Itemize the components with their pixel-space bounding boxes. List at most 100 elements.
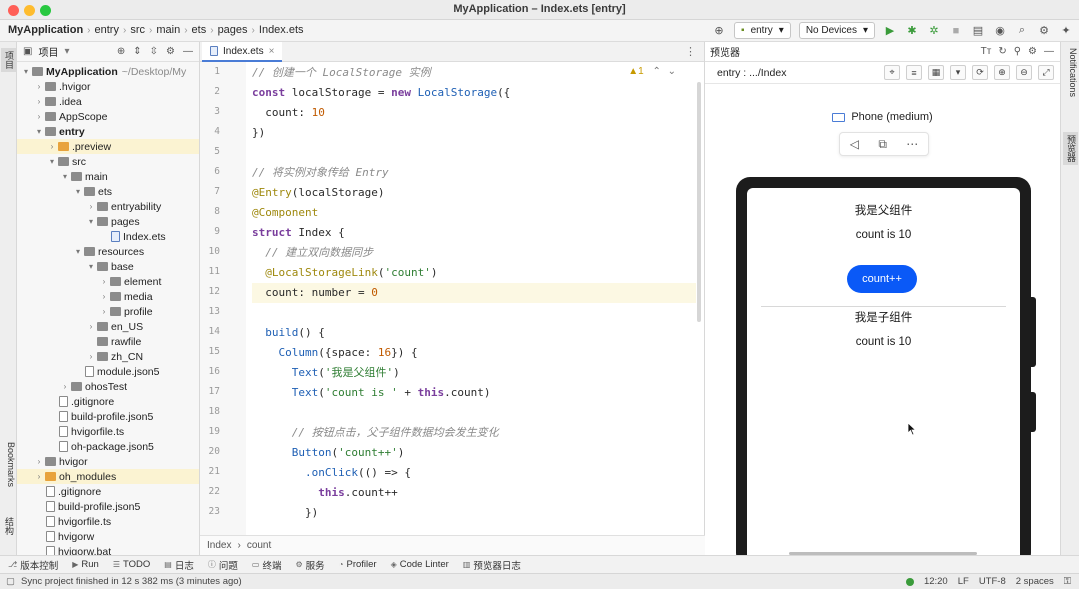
project-tool-tab[interactable]: 项目 (1, 48, 16, 72)
chevron-right-icon[interactable]: › (86, 202, 96, 211)
warning-indicator[interactable]: ▲1 ⌃ ⌄ (628, 66, 676, 77)
layers-icon[interactable]: ≡ (906, 65, 922, 80)
overview-icon[interactable]: ⧉ (878, 137, 887, 152)
tree-item[interactable]: › element (17, 274, 199, 289)
chevron-down-icon[interactable]: ▾ (60, 172, 70, 181)
bookmarks-tool-tab[interactable]: Bookmarks (1, 442, 16, 487)
file-encoding[interactable]: UTF-8 (979, 576, 1006, 587)
tree-item[interactable]: ▾ MyApplication ~/Desktop/My (17, 64, 199, 79)
chevron-down-icon[interactable]: ▾ (73, 247, 83, 256)
expand-all-icon[interactable]: ⇕ (133, 46, 141, 57)
breadcrumb-item[interactable]: src (130, 24, 145, 36)
fit-icon[interactable]: ⤢ (1038, 65, 1054, 80)
tree-item[interactable]: › media (17, 289, 199, 304)
chevron-right-icon[interactable]: › (34, 97, 44, 106)
run-icon[interactable]: ▶ (883, 24, 897, 38)
tree-item[interactable]: hvigorfile.ts (17, 424, 199, 439)
tree-item[interactable]: rawfile (17, 334, 199, 349)
chevron-right-icon[interactable]: › (99, 307, 109, 316)
tree-item[interactable]: › .idea (17, 94, 199, 109)
editor-breadcrumb-item[interactable]: count (247, 540, 271, 551)
chevron-down-icon[interactable]: ▾ (34, 127, 44, 136)
tree-item[interactable]: Index.ets (17, 229, 199, 244)
zoom-out-icon[interactable]: ⊖ (1016, 65, 1032, 80)
chevron-down-icon[interactable]: ▾ (86, 217, 96, 226)
tool-window-services[interactable]: ⚙ 服务 (295, 558, 324, 572)
options-gear-icon[interactable]: ⚙ (1028, 46, 1037, 57)
breadcrumb-item[interactable]: Index.ets (259, 24, 304, 36)
breadcrumb-item[interactable]: ets (192, 24, 207, 36)
structure-tool-tab[interactable]: 结构 (1, 517, 16, 535)
refresh-icon[interactable]: ↻ (998, 46, 1006, 57)
tree-item[interactable]: ▾ ets (17, 184, 199, 199)
chevron-right-icon[interactable]: › (47, 142, 57, 151)
next-highlight-icon[interactable]: ⌄ (668, 66, 676, 77)
stop-icon[interactable]: ■ (949, 24, 963, 38)
tool-window-todo[interactable]: ☰ TODO (113, 559, 150, 570)
chevron-down-icon[interactable]: ▾ (64, 46, 69, 57)
tree-item[interactable]: › profile (17, 304, 199, 319)
chevron-right-icon[interactable]: › (34, 82, 44, 91)
tab-index-ets[interactable]: Index.ets × (202, 42, 283, 62)
chevron-down-icon[interactable]: ▾ (950, 65, 966, 80)
close-tab-icon[interactable]: × (269, 46, 275, 57)
hide-panel-icon[interactable]: — (183, 46, 193, 57)
inspector-icon[interactable]: ⌖ (884, 65, 900, 80)
editor-breadcrumb-item[interactable]: Index (207, 540, 231, 551)
tree-item[interactable]: › ohosTest (17, 379, 199, 394)
module-select[interactable]: ▪ entry ▾ (734, 22, 791, 39)
chevron-right-icon[interactable]: › (99, 277, 109, 286)
tree-item[interactable]: ▾ resources (17, 244, 199, 259)
profile-icon[interactable]: ◉ (993, 24, 1007, 38)
chevron-down-icon[interactable]: ▾ (47, 157, 57, 166)
chevron-right-icon[interactable]: › (60, 382, 70, 391)
zoom-in-icon[interactable]: ⊕ (994, 65, 1010, 80)
tool-window-problems[interactable]: ⓘ 问题 (208, 558, 238, 572)
tool-window-run[interactable]: ▶ Run (72, 559, 99, 570)
settings-gear-icon[interactable]: ⚙ (1037, 24, 1051, 38)
tool-window-preview-log[interactable]: ▥ 预览器日志 (463, 558, 521, 572)
tool-window-profiler[interactable]: ◔ Profiler (339, 559, 377, 570)
multi-device-icon[interactable]: ▦ (928, 65, 944, 80)
chevron-right-icon[interactable]: › (86, 352, 96, 361)
tool-window-version-control[interactable]: ⎇ 版本控制 (8, 558, 58, 572)
breadcrumb-item[interactable]: main (156, 24, 180, 36)
indent-setting[interactable]: 2 spaces (1016, 576, 1054, 587)
tree-item[interactable]: › .hvigor (17, 79, 199, 94)
line-separator[interactable]: LF (958, 576, 969, 587)
chevron-right-icon[interactable]: › (34, 457, 44, 466)
options-gear-icon[interactable]: ⚙ (166, 46, 175, 57)
tree-item[interactable]: ▾ main (17, 169, 199, 184)
tree-item[interactable]: .gitignore (17, 484, 199, 499)
previewer-tool-tab[interactable]: 预览器 (1063, 132, 1078, 165)
tree-item[interactable]: hvigorw.bat (17, 544, 199, 555)
tree-item[interactable]: hvigorfile.ts (17, 514, 199, 529)
tree-item[interactable]: build-profile.json5 (17, 499, 199, 514)
project-view-select[interactable]: 项目 (38, 44, 58, 59)
tree-item[interactable]: › AppScope (17, 109, 199, 124)
chevron-right-icon[interactable]: › (34, 472, 44, 481)
attach-debugger-icon[interactable]: ✲ (927, 24, 941, 38)
caret-position[interactable]: 12:20 (924, 576, 948, 587)
tool-window-code-linter[interactable]: ◈ Code Linter (391, 559, 449, 570)
editor-scrollbar[interactable] (697, 82, 701, 322)
breadcrumb-item[interactable]: MyApplication (8, 24, 83, 36)
chevron-right-icon[interactable]: › (34, 112, 44, 121)
tool-window-terminal[interactable]: ▭ 终端 (252, 558, 282, 572)
tree-item[interactable]: module.json5 (17, 364, 199, 379)
back-icon[interactable]: ◁ (850, 137, 859, 151)
collapse-all-icon[interactable]: ⇳ (150, 46, 158, 57)
assistant-icon[interactable]: ✦ (1059, 24, 1073, 38)
tree-item[interactable]: ▾ entry (17, 124, 199, 139)
rotate-icon[interactable]: ⟳ (972, 65, 988, 80)
more-options-icon[interactable]: ⋮ (685, 45, 696, 58)
count-increment-button[interactable]: count++ (847, 265, 917, 293)
locate-icon[interactable]: ⊕ (117, 46, 125, 57)
device-manager-icon[interactable]: ▤ (971, 24, 985, 38)
tree-item[interactable]: › oh_modules (17, 469, 199, 484)
tree-item[interactable]: oh-package.json5 (17, 439, 199, 454)
breadcrumb-item[interactable]: pages (218, 24, 248, 36)
device-select[interactable]: No Devices ▾ (798, 22, 875, 39)
tree-item[interactable]: › hvigor (17, 454, 199, 469)
notifications-tool-tab[interactable]: Notifications (1063, 48, 1078, 97)
